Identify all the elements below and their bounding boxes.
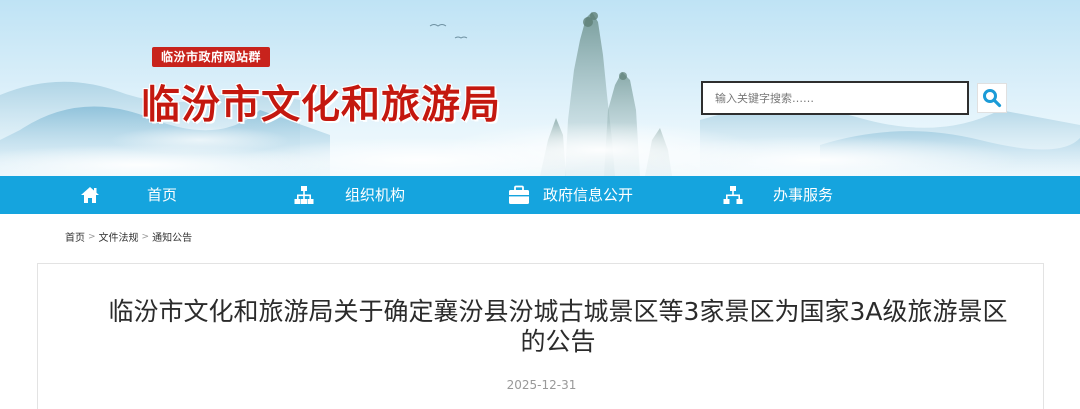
site-title[interactable]: 临汾市文化和旅游局 [141,74,501,130]
breadcrumb-home[interactable]: 首页 [65,229,85,244]
article-card: 临汾市文化和旅游局关于确定襄汾县汾城古城景区等3家景区为国家3A级旅游景区的公告… [37,263,1044,409]
nav-label-organization: 组织机构 [345,186,406,204]
org-chart-icon [294,186,314,204]
nav-label-services: 办事服务 [773,186,834,204]
search-button[interactable] [977,83,1007,113]
header-banner: 临汾市政府网站群 临汾市文化和旅游局 [0,0,1080,176]
breadcrumb-separator: > [88,231,96,242]
nav-item-services[interactable]: 办事服务 [723,176,853,214]
breadcrumb-separator: > [141,231,150,242]
briefcase-icon [509,185,529,204]
breadcrumb-documents-regulations[interactable]: 文件法规 [99,229,139,244]
sitemap-icon [723,186,743,204]
article-title: 临汾市文化和旅游局关于确定襄汾县汾城古城景区等3家景区为国家3A级旅游景区的公告 [108,297,1008,356]
nav-label-gov-info-disclosure: 政府信息公开 [543,186,634,204]
nav-label-home: 首页 [147,186,178,204]
nav-item-home[interactable]: 首页 [80,176,200,214]
breadcrumb-notices[interactable]: 通知公告 [152,229,192,244]
breadcrumb: 首页 > 文件法规 > 通知公告 [65,229,192,245]
home-icon [81,187,99,203]
nav-item-gov-info-disclosure[interactable]: 政府信息公开 [508,176,658,214]
search-input[interactable] [701,81,969,115]
main-nav: 首页 组织机构 政府信息公开 办事服务 [0,176,1080,214]
search-icon [983,89,1002,108]
nav-item-organization[interactable]: 组织机构 [294,176,424,214]
site-group-tag[interactable]: 临汾市政府网站群 [152,47,271,67]
article-date: 2025-12-31 [506,378,577,392]
